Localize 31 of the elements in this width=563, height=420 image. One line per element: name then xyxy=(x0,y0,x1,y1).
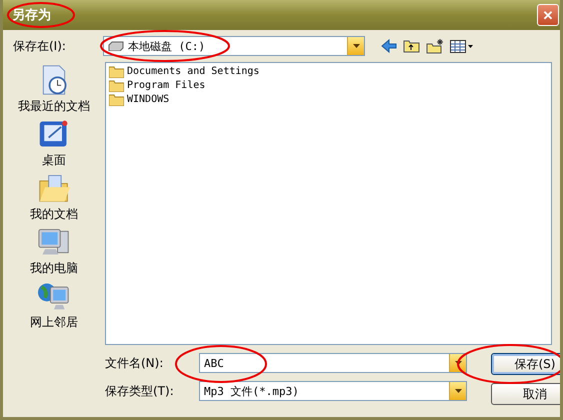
new-folder-icon[interactable] xyxy=(426,38,444,54)
window-title: 另存为 xyxy=(12,7,51,24)
caret-icon xyxy=(352,44,360,48)
folder-item[interactable]: Documents and Settings xyxy=(109,65,548,78)
folder-item[interactable]: Program Files xyxy=(109,79,548,92)
places-item[interactable]: 我的文档 xyxy=(30,172,78,223)
caret-icon xyxy=(454,361,462,365)
view-menu-icon[interactable] xyxy=(450,40,474,52)
file-type-label: 保存类型(T): xyxy=(105,382,175,400)
highlight-ellipse xyxy=(7,2,75,28)
save-in-value: 本地磁盘 (C:) xyxy=(128,38,206,54)
folder-icon xyxy=(109,65,124,78)
cancel-button[interactable]: 取消 xyxy=(491,383,560,405)
save-in-dropdown[interactable]: 本地磁盘 (C:) xyxy=(103,36,365,56)
drive-icon xyxy=(108,41,124,51)
back-arrow-icon[interactable] xyxy=(381,39,397,53)
file-type-dropdown[interactable]: Mp3 文件(*.mp3) xyxy=(199,381,467,401)
places-item[interactable]: 我最近的文档 xyxy=(18,64,90,115)
places-item[interactable]: 桌面 xyxy=(36,118,72,169)
places-item[interactable]: 我的电脑 xyxy=(30,226,78,277)
up-folder-icon[interactable] xyxy=(403,39,420,53)
save-button[interactable]: 保存(S) xyxy=(491,353,560,375)
places-item[interactable]: 网上邻居 xyxy=(30,280,78,331)
save-in-label: 保存在(I): xyxy=(12,38,67,54)
folder-icon xyxy=(109,93,124,106)
file-name-field[interactable]: ABC xyxy=(199,353,467,373)
file-list[interactable]: Documents and Settings Program Files WINDOWS xyxy=(105,62,552,345)
folder-item[interactable]: WINDOWS xyxy=(109,93,548,106)
caret-icon xyxy=(454,389,462,393)
file-name-label: 文件名(N): xyxy=(105,354,164,372)
folder-icon xyxy=(109,79,124,92)
